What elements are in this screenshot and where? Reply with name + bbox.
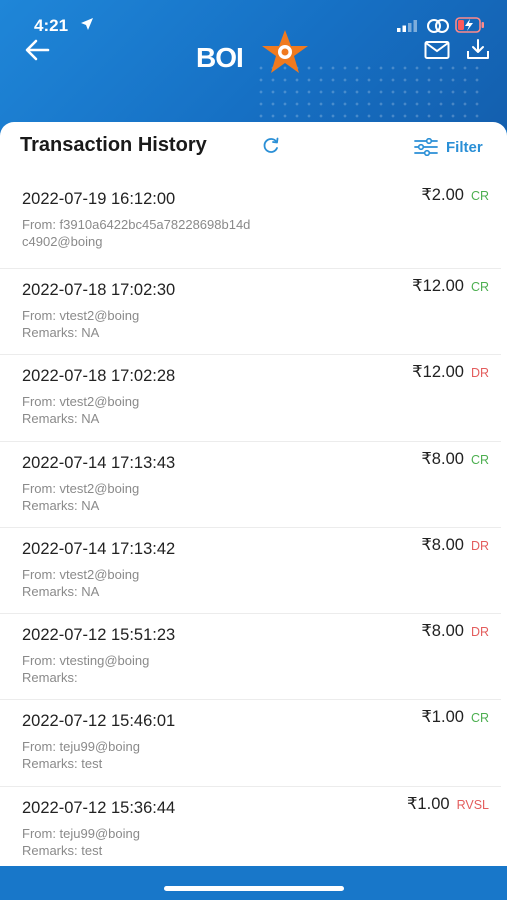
transaction-datetime: 2022-07-19 16:12:00: [22, 190, 176, 208]
transaction-amount: ₹8.00: [421, 622, 464, 641]
mail-icon[interactable]: [424, 40, 450, 60]
filter-button[interactable]: Filter: [414, 136, 483, 158]
filter-label: Filter: [446, 138, 483, 156]
transaction-row[interactable]: 2022-07-14 17:13:42 ₹8.00 DR From: vtest2…: [0, 528, 501, 615]
home-indicator[interactable]: [164, 886, 344, 891]
transaction-type: CR: [470, 711, 489, 726]
transaction-remarks: Remarks: NA: [22, 411, 100, 427]
transaction-datetime: 2022-07-18 17:02:30: [22, 281, 176, 299]
transaction-amount: ₹1.00: [406, 794, 450, 813]
transaction-amount: ₹12.00: [412, 363, 464, 382]
transaction-type: DR: [470, 538, 489, 553]
transaction-amount: ₹2.00: [421, 186, 464, 204]
transaction-datetime: 2022-07-14 17:13:42: [22, 539, 176, 558]
logo-text: BOI: [196, 42, 244, 73]
transaction-type: CR: [470, 189, 489, 203]
transaction-from: From: vtesting@boing: [22, 653, 150, 669]
transaction-type: CR: [470, 452, 489, 467]
cell-signal-icon: [397, 20, 417, 32]
transaction-remarks: Remarks: NA: [22, 583, 100, 599]
location-arrow-icon: [81, 18, 93, 30]
transaction-remarks: Remarks: NA: [22, 325, 100, 340]
transaction-row[interactable]: 2022-07-18 17:02:28 ₹12.00 DR From: vtest…: [0, 355, 501, 442]
refresh-icon[interactable]: [262, 137, 280, 155]
transaction-remarks: Remarks: test: [22, 842, 103, 858]
transaction-type: RVSL: [456, 797, 489, 812]
transaction-row[interactable]: 2022-07-12 15:46:01 ₹1.00 CR From: teju99…: [0, 700, 501, 787]
transaction-remarks: Remarks: NA: [22, 497, 100, 513]
transaction-from: From: teju99@boing: [22, 739, 140, 755]
transaction-from: From: f3910a6422bc45a78228698b14dc4902@b…: [22, 217, 251, 249]
boi-logo: BOI: [196, 28, 316, 76]
transaction-remarks: Remarks:: [22, 670, 78, 686]
transaction-list: 2022-07-19 16:12:00 ₹2.00 CR From: f3910a…: [0, 178, 507, 872]
transaction-from: From: vtest2@boing: [22, 394, 140, 410]
transaction-row[interactable]: 2022-07-12 15:51:23 ₹8.00 DR From: vtesti…: [0, 614, 501, 701]
transaction-type: DR: [470, 625, 489, 640]
transaction-type: CR: [470, 280, 489, 294]
transaction-amount: ₹8.00: [421, 535, 464, 554]
transaction-row[interactable]: 2022-07-12 15:36:44 ₹1.00 RVSL From: teju…: [0, 787, 501, 872]
bottom-bar: [0, 866, 507, 900]
status-time: 4:21: [34, 16, 69, 35]
transaction-from: From: vtest2@boing: [22, 566, 140, 582]
filter-sliders-icon: [414, 138, 438, 156]
transaction-datetime: 2022-07-12 15:51:23: [22, 626, 176, 645]
transaction-amount: ₹12.00: [412, 277, 464, 295]
transaction-type: DR: [470, 366, 489, 381]
transaction-row[interactable]: 2022-07-19 16:12:00 ₹2.00 CR From: f3910a…: [0, 178, 501, 269]
transaction-datetime: 2022-07-12 15:36:44: [22, 798, 176, 817]
logo-star-icon: [262, 30, 308, 73]
transaction-datetime: 2022-07-14 17:13:43: [22, 453, 176, 472]
transaction-datetime: 2022-07-18 17:02:28: [22, 367, 176, 386]
transaction-row[interactable]: 2022-07-14 17:13:43 ₹8.00 CR From: vtest2…: [0, 442, 501, 528]
app-header: 4:21 BOI: [0, 0, 507, 132]
page-title: Transaction History: [20, 134, 207, 156]
transaction-from: From: vtest2@boing: [22, 308, 140, 323]
back-arrow-icon[interactable]: [24, 38, 50, 62]
download-icon[interactable]: [466, 38, 490, 60]
transaction-amount: ₹1.00: [421, 708, 464, 727]
link-icon: [427, 19, 449, 33]
transaction-row[interactable]: 2022-07-18 17:02:30 ₹12.00 CR From: vtest…: [0, 269, 501, 356]
transaction-remarks: Remarks: test: [22, 756, 103, 772]
transaction-card: Transaction History Filter 2022-07-19 16…: [0, 122, 507, 866]
battery-charging-icon: [455, 17, 484, 33]
transaction-datetime: 2022-07-12 15:46:01: [22, 712, 176, 731]
transaction-from: From: teju99@boing: [22, 825, 140, 841]
transaction-from: From: vtest2@boing: [22, 480, 140, 496]
transaction-amount: ₹8.00: [421, 449, 464, 468]
